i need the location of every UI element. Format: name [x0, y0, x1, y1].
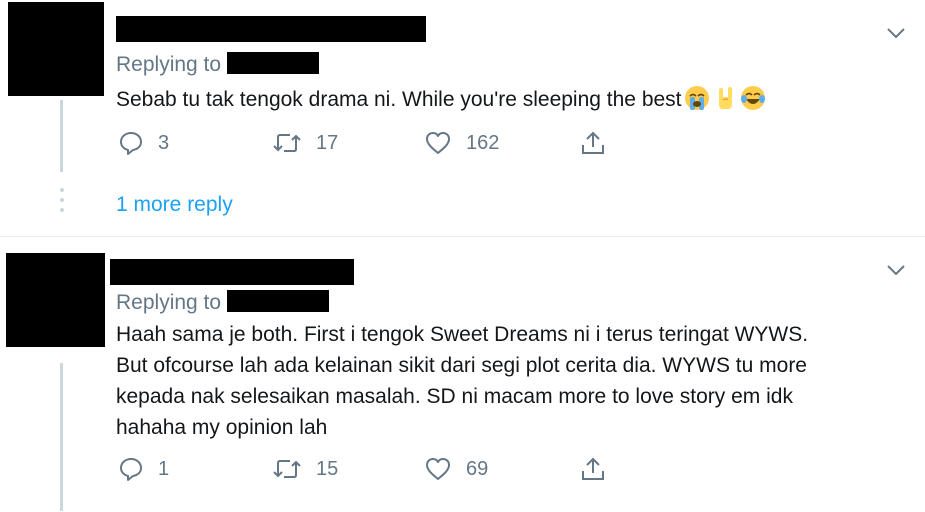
retweet-count: 17 — [316, 131, 339, 154]
avatar-redacted[interactable] — [8, 2, 104, 96]
loudly-crying-face-emoji — [684, 85, 710, 111]
share-icon — [582, 131, 604, 154]
more-replies-link[interactable]: 1 more reply — [116, 193, 233, 217]
retweet-button[interactable]: 17 — [272, 130, 338, 156]
like-icon — [426, 132, 450, 154]
reply-count: 3 — [158, 131, 170, 154]
retweet-button[interactable]: 15 — [272, 456, 338, 482]
replying-to: Replying to — [116, 290, 330, 315]
share-button[interactable] — [580, 456, 606, 482]
username-redacted[interactable] — [110, 259, 354, 285]
tweet[interactable]: Replying to Haah sama je both. First i t… — [0, 236, 925, 512]
like-count: 162 — [466, 131, 500, 154]
share-button[interactable] — [580, 130, 606, 156]
replying-label: Replying to — [116, 53, 222, 76]
replying-label: Replying to — [116, 291, 222, 314]
tweet-text: Sebab tu tak tengok drama ni. While you'… — [116, 84, 766, 115]
sign-of-the-horns-emoji — [712, 85, 738, 111]
chevron-down-icon[interactable] — [885, 26, 907, 40]
retweet-count: 15 — [316, 457, 339, 480]
tweet-text: Haah sama je both. First i tengok Sweet … — [116, 323, 809, 439]
reply-icon — [120, 132, 142, 155]
like-button[interactable]: 69 — [424, 456, 488, 482]
reply-button[interactable]: 1 — [118, 456, 169, 482]
retweet-icon — [273, 134, 301, 152]
like-icon — [426, 458, 450, 480]
like-count: 69 — [466, 457, 489, 480]
replying-to: Replying to — [116, 52, 320, 77]
replying-handle-redacted[interactable] — [227, 52, 320, 75]
retweet-icon — [273, 460, 301, 478]
replying-handle-redacted[interactable] — [227, 290, 330, 313]
reply-count: 1 — [158, 457, 170, 480]
reply-icon — [120, 458, 142, 481]
avatar-redacted[interactable] — [6, 253, 105, 347]
like-button[interactable]: 162 — [424, 130, 499, 156]
thread-dots — [60, 188, 64, 218]
username-redacted[interactable] — [116, 16, 426, 42]
reply-button[interactable]: 3 — [118, 130, 169, 156]
share-icon — [582, 457, 604, 480]
face-with-tears-of-joy-emoji — [740, 85, 766, 111]
thread-line — [60, 100, 63, 172]
chevron-down-icon[interactable] — [885, 263, 907, 277]
thread-line — [60, 363, 63, 511]
tweet[interactable]: Replying to Sebab tu tak tengok drama ni… — [0, 0, 925, 236]
